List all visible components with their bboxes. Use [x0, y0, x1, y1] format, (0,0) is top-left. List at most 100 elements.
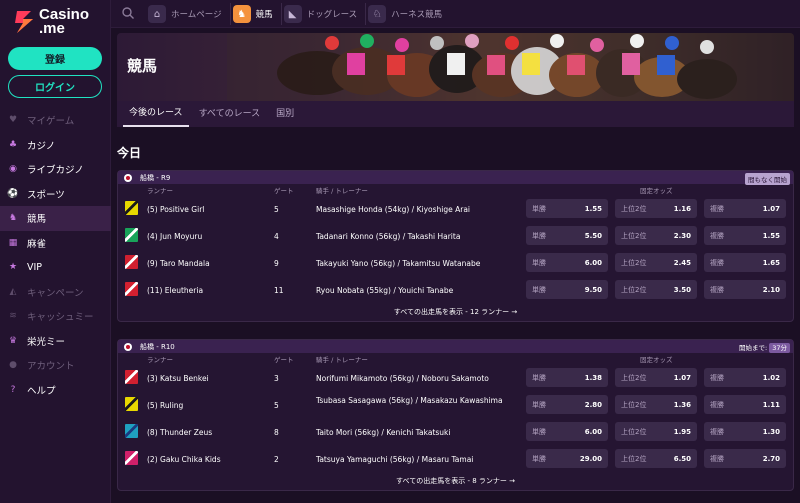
page-title: 競馬	[127, 57, 158, 75]
hero-banner: 競馬	[117, 33, 794, 101]
horse-name: (5) Ruling	[147, 401, 184, 410]
login-button[interactable]: ログイン	[8, 75, 102, 98]
tab-2[interactable]: 国別	[270, 105, 300, 127]
jockey-trainer: Taito Mori (56kg) / Kenichi Takatsuki	[316, 428, 451, 437]
odds-label: 単勝	[532, 204, 546, 213]
odds-win-button[interactable]: 単勝 6.00	[526, 253, 608, 272]
odds-top2-button[interactable]: 上位2位 1.16	[615, 199, 697, 218]
jockey-silk-icon	[125, 282, 138, 296]
odds-win-button[interactable]: 単勝 1.38	[526, 368, 608, 387]
odds-win-button[interactable]: 単勝 29.00	[526, 449, 608, 468]
odds-value: 1.07	[673, 373, 691, 382]
column-gate: ゲート	[274, 356, 294, 364]
topnav-item-3[interactable]: ♘ ハーネス競馬	[366, 3, 450, 25]
ball-icon: ⚽	[7, 188, 19, 199]
sidebar-item-label: 麻雀	[27, 238, 47, 250]
odds-win-button[interactable]: 単勝 6.00	[526, 422, 608, 441]
odds-place-button[interactable]: 複勝 1.07	[704, 199, 786, 218]
odds-top2-button[interactable]: 上位2位 1.07	[615, 368, 697, 387]
sidebar-item-0[interactable]: ♥ マイゲーム	[0, 108, 111, 133]
sidebar-item-label: スポーツ	[27, 189, 65, 201]
odds-label: 上位2位	[621, 258, 647, 267]
gate-number: 8	[274, 428, 279, 437]
horse-name: (8) Thunder Zeus	[147, 428, 213, 437]
horse-name: (3) Katsu Benkei	[147, 374, 209, 383]
odds-top2-button[interactable]: 上位2位 6.50	[615, 449, 697, 468]
sidebar-item-4[interactable]: ♞ 競馬	[0, 206, 111, 231]
odds-place-button[interactable]: 複勝 1.55	[704, 226, 786, 245]
odds-top2-button[interactable]: 上位2位 3.50	[615, 280, 697, 299]
odds-label: 単勝	[532, 454, 546, 463]
horse-name: (11) Eleutheria	[147, 286, 204, 295]
odds-place-button[interactable]: 複勝 2.70	[704, 449, 786, 468]
cash-icon: ≋	[9, 311, 17, 322]
odds-win-button[interactable]: 単勝 9.50	[526, 280, 608, 299]
sidebar-item-label: アカウント	[27, 361, 75, 373]
runner-row: (4) Jun Moyuru 4 Tadanari Konno (56kg) / T…	[118, 222, 793, 249]
runner-row: (2) Gaku Chika Kids 2 Tatsuya Yamaguchi (5…	[118, 445, 793, 472]
odds-value: 1.38	[584, 373, 602, 382]
odds-label: 上位2位	[621, 285, 647, 294]
home-icon: ⌂	[148, 5, 166, 23]
tab-1[interactable]: すべてのレース	[193, 105, 267, 127]
odds-value: 1.11	[762, 400, 780, 409]
logo-text-line2: .me	[39, 20, 65, 37]
topnav-item-0[interactable]: ⌂ ホームページ	[146, 3, 231, 25]
sidebar-item-8[interactable]: ≋ キャッシュミー	[0, 304, 111, 329]
sidebar-item-11[interactable]: ? ヘルプ	[0, 378, 111, 403]
topnav-item-1[interactable]: ♞ 競馬	[231, 3, 282, 25]
race-header[interactable]: 船橋 - R9 間もなく開始	[118, 171, 793, 185]
sidebar-item-2[interactable]: ◉ ライブカジノ	[0, 157, 111, 182]
odds-win-button[interactable]: 単勝 5.50	[526, 226, 608, 245]
jockey-trainer: Tadanari Konno (56kg) / Takashi Harita	[316, 232, 461, 241]
odds-value: 1.55	[584, 204, 602, 213]
sidebar-item-10[interactable]: ● アカウント	[0, 353, 111, 378]
odds-value: 2.70	[762, 454, 780, 463]
jockey-silk-icon	[125, 451, 138, 465]
odds-value: 1.30	[762, 427, 780, 436]
odds-place-button[interactable]: 複勝 2.10	[704, 280, 786, 299]
odds-place-button[interactable]: 複勝 1.65	[704, 253, 786, 272]
odds-top2-button[interactable]: 上位2位 1.95	[615, 422, 697, 441]
gate-number: 5	[274, 401, 279, 410]
japan-flag-icon	[124, 342, 132, 351]
odds-value: 6.00	[584, 427, 602, 436]
search-icon[interactable]	[121, 6, 135, 20]
sidebar-item-label: カジノ	[27, 140, 56, 152]
show-all-runners-link[interactable]: すべての出走馬を表示 - 12 ランナー →	[118, 303, 793, 321]
odds-place-button[interactable]: 複勝 1.02	[704, 368, 786, 387]
sidebar-item-7[interactable]: ◭ キャンペーン	[0, 280, 111, 305]
horse-race-image	[227, 33, 794, 101]
show-all-runners-link[interactable]: すべての出走馬を表示 - 8 ランナー →	[118, 472, 793, 490]
register-button[interactable]: 登録	[8, 47, 102, 70]
topnav-item-label: ホームページ	[171, 10, 222, 20]
odds-label: 複勝	[710, 427, 724, 436]
odds-label: 複勝	[710, 231, 724, 240]
odds-win-button[interactable]: 単勝 2.80	[526, 395, 608, 414]
odds-top2-button[interactable]: 上位2位 2.30	[615, 226, 697, 245]
topnav-item-2[interactable]: ◣ ドッグレース	[282, 3, 367, 25]
dog-icon: ◣	[283, 5, 302, 23]
runner-row: (11) Eleutheria 11 Ryou Nobata (55kg) / Yo…	[118, 276, 793, 303]
odds-place-button[interactable]: 複勝 1.30	[704, 422, 786, 441]
sidebar-item-9[interactable]: ♛ 栄光ミー	[0, 329, 111, 354]
odds-place-button[interactable]: 複勝 1.11	[704, 395, 786, 414]
jockey-trainer: Masashige Honda (54kg) / Kiyoshige Arai	[316, 205, 471, 214]
tab-0[interactable]: 今後のレース	[123, 105, 189, 127]
odds-label: 単勝	[532, 285, 546, 294]
odds-top2-button[interactable]: 上位2位 1.36	[615, 395, 697, 414]
sidebar-item-5[interactable]: ▦ 麻雀	[0, 231, 111, 256]
race-card: 船橋 - R10 開始まで: 37分 ランナー ゲート 騎手 / トレーナー 固定オッズ (3…	[117, 339, 794, 491]
chip-icon: ◉	[9, 164, 17, 175]
logo[interactable]: Casino .me	[13, 7, 89, 37]
column-runner: ランナー	[147, 187, 173, 195]
topnav-item-label: ドッグレース	[306, 10, 358, 20]
sidebar: Casino .me 登録 ログイン ♥ マイゲーム ♣ カジノ ◉ ライブカジノ ⚽ スポー…	[0, 0, 111, 503]
sidebar-item-3[interactable]: ⚽ スポーツ	[0, 182, 111, 207]
sidebar-item-6[interactable]: ★ VIP	[0, 255, 111, 280]
runner-row: (5) Ruling 5 Tsubasa Sasagawa (56kg) / Mas…	[118, 391, 793, 418]
race-header[interactable]: 船橋 - R10 開始まで: 37分	[118, 340, 793, 353]
odds-win-button[interactable]: 単勝 1.55	[526, 199, 608, 218]
sidebar-item-1[interactable]: ♣ カジノ	[0, 133, 111, 158]
odds-top2-button[interactable]: 上位2位 2.45	[615, 253, 697, 272]
